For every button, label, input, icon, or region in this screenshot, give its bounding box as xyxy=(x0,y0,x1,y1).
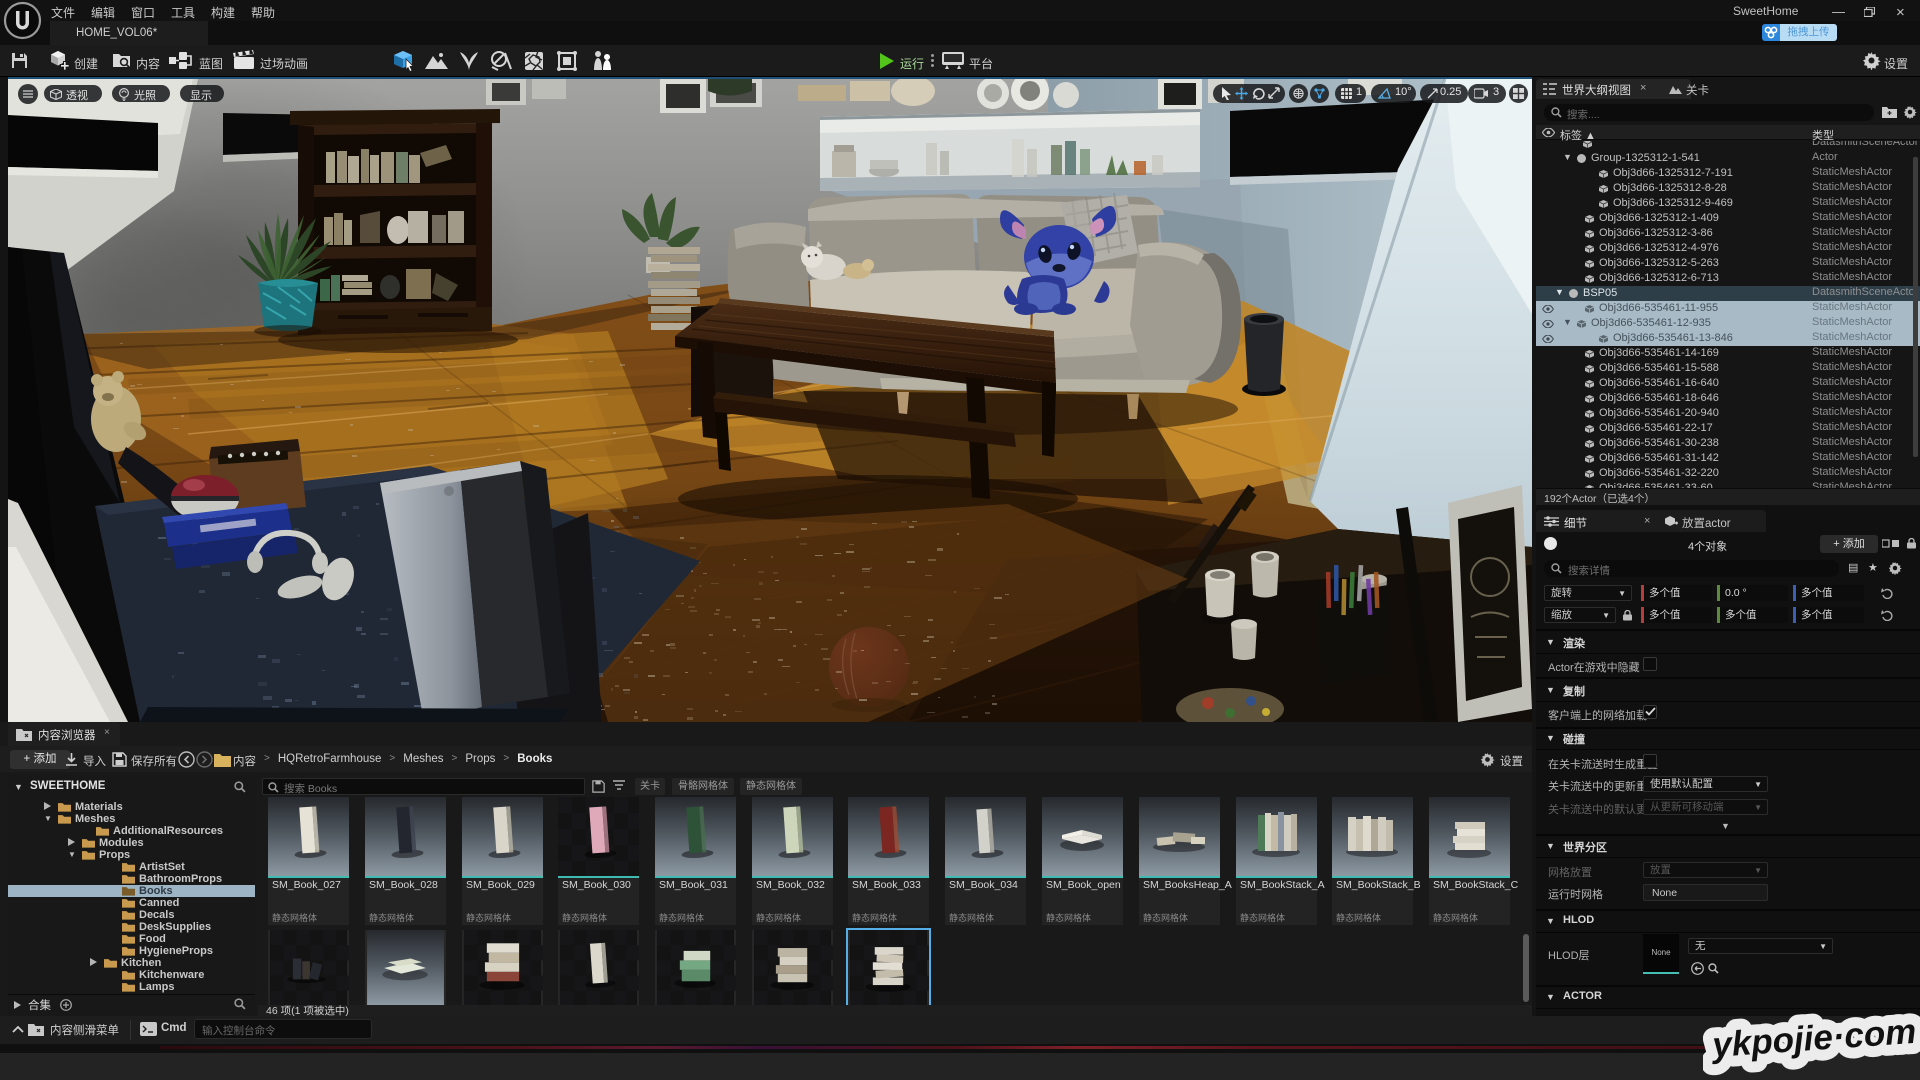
svg-text:ykpojie·com: ykpojie·com xyxy=(1709,1012,1917,1065)
